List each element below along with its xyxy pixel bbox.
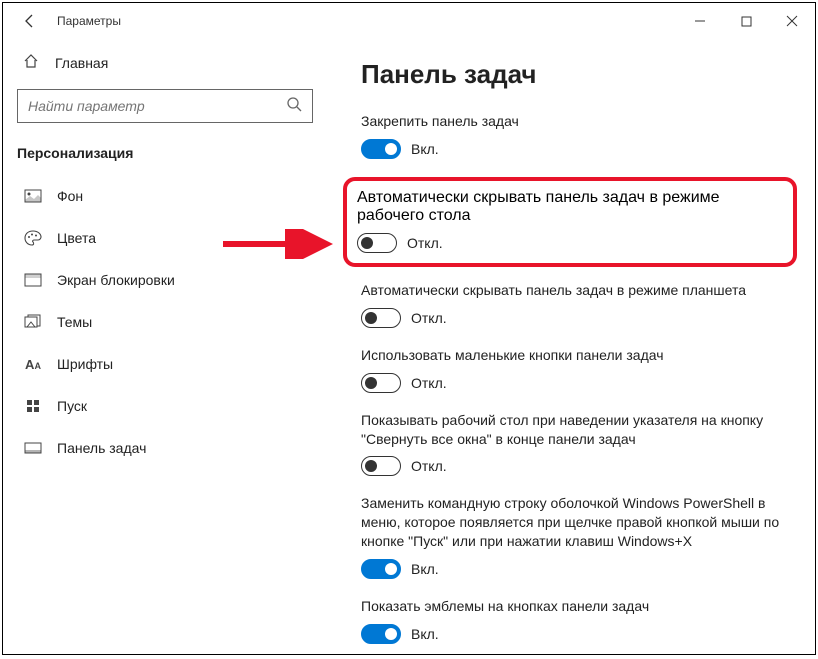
- nav-item-label: Фон: [57, 188, 83, 204]
- toggle-row: Откл.: [357, 233, 783, 253]
- nav-home[interactable]: Главная: [17, 43, 317, 83]
- search-input[interactable]: [28, 98, 286, 114]
- toggle-row: Вкл.: [361, 624, 805, 644]
- setting: Автоматически скрывать панель задач в ре…: [361, 281, 805, 328]
- setting-desc: Показывать рабочий стол при наведении ук…: [361, 411, 805, 449]
- search-icon: [286, 96, 302, 117]
- search-box[interactable]: [17, 89, 313, 123]
- toggle-knob: [365, 460, 377, 472]
- toggle-row: Вкл.: [361, 139, 805, 159]
- body: Главная Персонализация Фон Цвета Экран б…: [3, 39, 815, 654]
- toggle-knob: [365, 377, 377, 389]
- setting: Использовать маленькие кнопки панели зад…: [361, 346, 805, 393]
- start-icon: [23, 399, 43, 413]
- toggle-state-label: Откл.: [411, 375, 447, 391]
- toggle[interactable]: [361, 624, 401, 644]
- toggle-knob: [385, 143, 397, 155]
- toggle-row: Откл.: [361, 373, 805, 393]
- setting-desc: Использовать маленькие кнопки панели зад…: [361, 346, 805, 365]
- toggle-knob: [365, 312, 377, 324]
- setting: Закрепить панель задач Вкл.: [361, 112, 805, 159]
- nav-item-taskbar[interactable]: Панель задач: [17, 427, 317, 469]
- toggle-state-label: Откл.: [411, 458, 447, 474]
- setting: Заменить командную строку оболочкой Wind…: [361, 494, 805, 579]
- toggle-row: Откл.: [361, 456, 805, 476]
- lockscreen-icon: [23, 273, 43, 287]
- toggle-knob: [361, 237, 373, 249]
- setting-desc: Показать эмблемы на кнопках панели задач: [361, 597, 805, 616]
- toggle[interactable]: [361, 559, 401, 579]
- toggle[interactable]: [357, 233, 397, 253]
- toggle-state-label: Вкл.: [411, 141, 439, 157]
- category-label: Персонализация: [17, 145, 317, 161]
- toggle-state-label: Вкл.: [411, 561, 439, 577]
- settings-list: Закрепить панель задач Вкл. Автоматически …: [361, 112, 805, 644]
- toggle[interactable]: [361, 373, 401, 393]
- toggle-state-label: Вкл.: [411, 626, 439, 642]
- nav-item-label: Пуск: [57, 398, 87, 414]
- nav-item-label: Панель задач: [57, 440, 146, 456]
- nav-item-background[interactable]: Фон: [17, 175, 317, 217]
- toggle[interactable]: [361, 308, 401, 328]
- titlebar: Параметры: [3, 3, 815, 39]
- setting-desc: Автоматически скрывать панель задач в ре…: [357, 189, 783, 225]
- minimize-button[interactable]: [677, 3, 723, 39]
- toggle-row: Вкл.: [361, 559, 805, 579]
- fonts-icon: AA: [23, 357, 43, 372]
- setting-desc: Заменить командную строку оболочкой Wind…: [361, 494, 805, 551]
- toggle-state-label: Откл.: [407, 235, 443, 251]
- nav-item-start[interactable]: Пуск: [17, 385, 317, 427]
- toggle-row: Откл.: [361, 308, 805, 328]
- setting: Показывать рабочий стол при наведении ук…: [361, 411, 805, 477]
- window-title: Параметры: [57, 14, 121, 28]
- nav-home-label: Главная: [55, 55, 108, 71]
- setting-desc: Автоматически скрывать панель задач в ре…: [361, 281, 805, 300]
- toggle-knob: [385, 563, 397, 575]
- taskbar-icon: [23, 442, 43, 454]
- content: Панель задач Закрепить панель задач Вкл. А…: [331, 39, 815, 654]
- home-icon: [23, 53, 39, 74]
- settings-window: Параметры Главная Персонализация Фон: [2, 2, 816, 655]
- setting: Показать эмблемы на кнопках панели задач…: [361, 597, 805, 644]
- toggle[interactable]: [361, 139, 401, 159]
- nav-item-themes[interactable]: Темы: [17, 301, 317, 343]
- toggle[interactable]: [361, 456, 401, 476]
- close-button[interactable]: [769, 3, 815, 39]
- setting-desc: Закрепить панель задач: [361, 112, 805, 131]
- back-button[interactable]: [11, 3, 49, 39]
- sidebar: Главная Персонализация Фон Цвета Экран б…: [3, 39, 331, 654]
- palette-icon: [23, 230, 43, 246]
- nav-item-label: Экран блокировки: [57, 272, 175, 288]
- nav-item-lockscreen[interactable]: Экран блокировки: [17, 259, 317, 301]
- nav-item-label: Темы: [57, 314, 92, 330]
- nav-item-fonts[interactable]: AA Шрифты: [17, 343, 317, 385]
- nav-item-label: Шрифты: [57, 356, 113, 372]
- picture-icon: [23, 189, 43, 203]
- toggle-state-label: Откл.: [411, 310, 447, 326]
- maximize-button[interactable]: [723, 3, 769, 39]
- window-controls: [677, 3, 815, 39]
- nav-item-colors[interactable]: Цвета: [17, 217, 317, 259]
- toggle-knob: [385, 628, 397, 640]
- setting-highlighted: Автоматически скрывать панель задач в ре…: [343, 177, 797, 267]
- nav-item-label: Цвета: [57, 230, 96, 246]
- page-title: Панель задач: [361, 59, 805, 90]
- themes-icon: [23, 314, 43, 330]
